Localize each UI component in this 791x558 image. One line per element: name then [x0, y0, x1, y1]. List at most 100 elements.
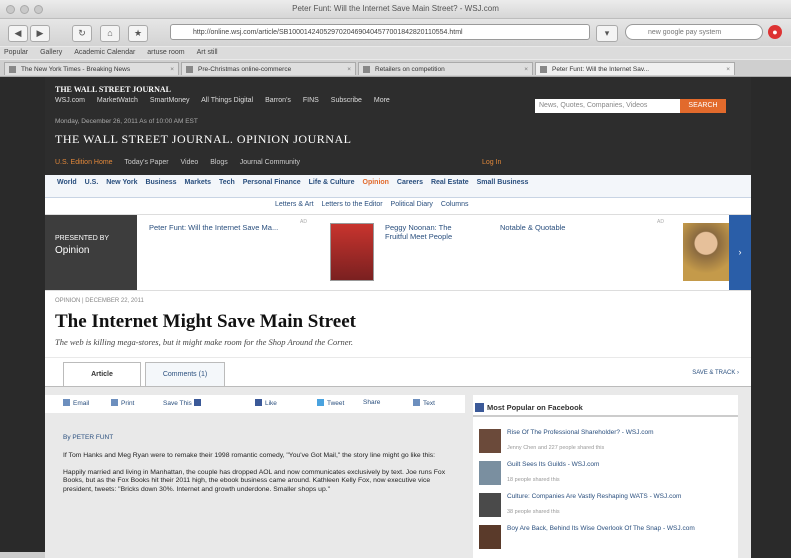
ad-label: AD [300, 219, 307, 225]
masthead[interactable]: THE WALL STREET JOURNAL. OPINION JOURNAL [55, 132, 351, 147]
popular-thumbnail[interactable] [479, 493, 501, 517]
section-tab[interactable]: Small Business [477, 179, 529, 186]
bookmark-item[interactable]: Academic Calendar [74, 49, 135, 56]
print-label: Print [121, 400, 135, 407]
share-button[interactable]: Share [363, 399, 380, 406]
popular-title[interactable]: Guilt Sees Its Guilds - WSJ.com [507, 461, 732, 469]
like-button[interactable]: Like [255, 399, 277, 407]
popular-thumbnail[interactable] [479, 525, 501, 549]
popular-item[interactable]: Boy Are Back, Behind Its Wise Overlook O… [479, 525, 734, 552]
book-cover-image[interactable] [330, 223, 374, 281]
portrait-image[interactable] [683, 223, 729, 281]
browser-tab[interactable]: The New York Times - Breaking News × [4, 62, 179, 75]
home-button[interactable]: ⌂ [100, 25, 120, 42]
subsection-link[interactable]: Political Diary [391, 201, 433, 208]
browser-tab[interactable]: Pre-Christmas online-commerce × [181, 62, 356, 75]
article-paragraph: Happily married and living in Manhattan,… [63, 468, 446, 493]
wsj-logo[interactable]: THE WALL STREET JOURNAL [55, 85, 171, 94]
subsection-link[interactable]: Letters & Art [275, 201, 314, 208]
close-tab-icon[interactable]: × [726, 63, 730, 75]
popular-title[interactable]: Boy Are Back, Behind Its Wise Overlook O… [507, 525, 732, 533]
carousel-item[interactable]: Peter Funt: Will the Internet Save Ma... [149, 223, 289, 232]
section-tab[interactable]: World [57, 179, 77, 186]
carousel-item[interactable]: Notable & Quotable [500, 223, 640, 232]
popular-item[interactable]: Culture: Companies Are Vastly Reshaping … [479, 493, 734, 520]
sidebar-title-text: Most Popular on Facebook [487, 403, 583, 412]
reload-button[interactable]: ↻ [72, 25, 92, 42]
login-link[interactable]: Log In [482, 159, 501, 166]
section-tab[interactable]: Business [145, 179, 176, 186]
site-search-input[interactable]: News, Quotes, Companies, Videos [535, 99, 680, 113]
rss-icon[interactable]: ▾ [596, 25, 618, 42]
subsection-link[interactable]: Letters to the Editor [321, 201, 382, 208]
tab-article[interactable]: Article [63, 362, 141, 386]
site-search-button[interactable]: SEARCH [680, 99, 726, 113]
bookmark-item[interactable]: Popular [4, 49, 28, 56]
print-button[interactable]: Print [111, 399, 134, 407]
browser-tab-active[interactable]: Peter Funt: Will the Internet Sav... × [535, 62, 735, 75]
section-tab[interactable]: Real Estate [431, 179, 469, 186]
close-tab-icon[interactable]: × [347, 63, 351, 75]
save-label: Save This [163, 400, 192, 407]
popular-thumbnail[interactable] [479, 429, 501, 453]
bookmark-icon[interactable]: ★ [128, 25, 148, 42]
back-button[interactable]: ◀ [8, 25, 28, 42]
like-label: Like [265, 400, 277, 407]
section-tab[interactable]: U.S. [85, 179, 99, 186]
like-icon [255, 399, 262, 406]
tab-comments[interactable]: Comments (1) [145, 362, 225, 386]
save-button[interactable]: Save This [163, 399, 204, 407]
network-link[interactable]: SmartMoney [150, 97, 190, 104]
email-button[interactable]: Email [63, 399, 89, 407]
popular-item[interactable]: Rise Of The Professional Shareholder? - … [479, 429, 734, 456]
stop-icon[interactable]: ● [768, 25, 782, 39]
browser-search-field[interactable]: new google pay system [625, 24, 763, 40]
carousel-item[interactable]: Peggy Noonan: The Fruitful Meet People [385, 223, 475, 241]
forward-button[interactable]: ▶ [30, 25, 50, 42]
network-link[interactable]: WSJ.com [55, 97, 85, 104]
sub-nav-link[interactable]: Journal Community [240, 159, 300, 166]
sub-nav-link[interactable]: Blogs [210, 159, 228, 166]
breadcrumb[interactable]: OPINION | DECEMBER 22, 2011 [55, 298, 144, 304]
favicon-icon [540, 66, 547, 73]
edition-link[interactable]: U.S. Edition Home [55, 159, 113, 166]
section-tab[interactable]: Life & Culture [309, 179, 355, 186]
network-nav: WSJ.com MarketWatch SmartMoney All Thing… [55, 97, 400, 104]
favicon-icon [363, 66, 370, 73]
sub-nav-link[interactable]: Video [181, 159, 199, 166]
browser-tab[interactable]: Retailers on competition × [358, 62, 533, 75]
article-paragraph: If Tom Hanks and Meg Ryan were to remake… [63, 452, 436, 459]
popular-title[interactable]: Culture: Companies Are Vastly Reshaping … [507, 493, 732, 501]
save-track-link[interactable]: SAVE & TRACK › [692, 370, 739, 376]
article-tabs: Article Comments (1) SAVE & TRACK › [45, 358, 751, 387]
network-link[interactable]: Subscribe [331, 97, 362, 104]
network-link[interactable]: MarketWatch [97, 97, 138, 104]
carousel-next-icon[interactable]: › [729, 215, 751, 290]
network-link[interactable]: More [374, 97, 390, 104]
bookmark-item[interactable]: artuse room [147, 49, 184, 56]
subsection-link[interactable]: Columns [441, 201, 469, 208]
byline[interactable]: By PETER FUNT [63, 434, 113, 441]
section-tab[interactable]: Personal Finance [243, 179, 301, 186]
section-tab[interactable]: Tech [219, 179, 235, 186]
tweet-button[interactable]: Tweet [317, 399, 344, 407]
network-link[interactable]: Barron's [265, 97, 291, 104]
bookmark-item[interactable]: Gallery [40, 49, 62, 56]
network-link[interactable]: All Things Digital [201, 97, 253, 104]
sub-nav-link[interactable]: Today's Paper [124, 159, 168, 166]
popular-item[interactable]: Guilt Sees Its Guilds - WSJ.com 18 peopl… [479, 461, 734, 488]
popular-meta: 38 people shared this [507, 509, 560, 515]
close-tab-icon[interactable]: × [170, 63, 174, 75]
section-tab[interactable]: New York [106, 179, 137, 186]
text-size-button[interactable]: Text [413, 399, 435, 407]
section-tab[interactable]: Markets [185, 179, 211, 186]
popular-title[interactable]: Rise Of The Professional Shareholder? - … [507, 429, 732, 437]
close-tab-icon[interactable]: × [524, 63, 528, 75]
popular-thumbnail[interactable] [479, 461, 501, 485]
bookmark-item[interactable]: Art still [197, 49, 218, 56]
section-tab-opinion[interactable]: Opinion [363, 179, 389, 186]
section-nav: World U.S. New York Business Markets Tec… [45, 175, 751, 198]
url-field[interactable]: http://online.wsj.com/article/SB10001424… [170, 24, 590, 40]
section-tab[interactable]: Careers [397, 179, 423, 186]
network-link[interactable]: FINS [303, 97, 319, 104]
